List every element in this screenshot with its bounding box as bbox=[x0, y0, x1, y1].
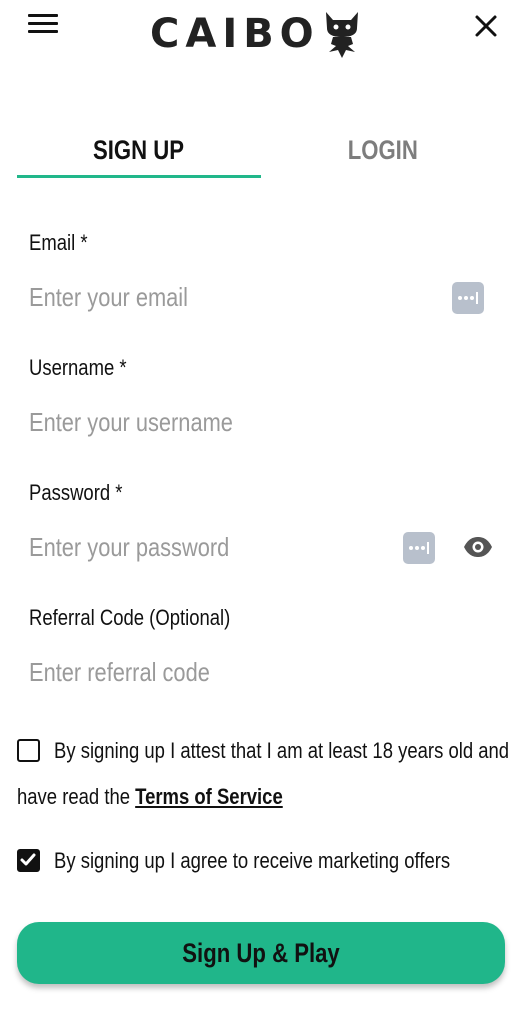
terms-of-service-link[interactable]: Terms of Service bbox=[135, 784, 283, 809]
marketing-consent-checkbox[interactable] bbox=[17, 849, 40, 872]
hamburger-menu-icon[interactable] bbox=[28, 14, 58, 36]
referral-field-group: Referral Code (Optional) Enter referral … bbox=[29, 604, 489, 692]
email-label: Email * bbox=[29, 230, 88, 255]
age-consent-checkbox[interactable] bbox=[17, 739, 40, 762]
email-input[interactable]: Enter your email bbox=[29, 281, 188, 313]
tab-sign-up[interactable]: SIGN UP bbox=[17, 128, 261, 176]
username-input-wrap: Enter your username bbox=[29, 406, 489, 442]
password-field-group: Password * Enter your password bbox=[29, 479, 492, 567]
email-input-wrap: Enter your email bbox=[29, 281, 489, 317]
referral-code-input[interactable]: Enter referral code bbox=[29, 656, 210, 688]
password-manager-icon[interactable] bbox=[452, 282, 484, 314]
tab-login-label: LOGIN bbox=[347, 135, 419, 165]
tab-login[interactable]: LOGIN bbox=[261, 128, 505, 176]
age-consent-text-2: have read the Terms of Service bbox=[17, 783, 333, 811]
show-password-eye-icon[interactable] bbox=[463, 536, 493, 558]
sign-up-and-play-label: Sign Up & Play bbox=[182, 938, 340, 968]
header: CAIBO bbox=[0, 0, 515, 80]
password-input-wrap: Enter your password bbox=[29, 531, 492, 567]
active-tab-indicator bbox=[17, 175, 261, 178]
password-input[interactable]: Enter your password bbox=[29, 531, 229, 563]
cat-mascot-icon bbox=[325, 12, 358, 58]
username-field-group: Username * Enter your username bbox=[29, 354, 489, 442]
age-consent: By signing up I attest that I am at leas… bbox=[17, 737, 509, 817]
password-label: Password * bbox=[29, 480, 123, 505]
close-icon[interactable] bbox=[472, 12, 500, 40]
username-label: Username * bbox=[29, 355, 127, 380]
auth-tabs: SIGN UP LOGIN bbox=[17, 128, 505, 180]
age-consent-text: By signing up I attest that I am at leas… bbox=[54, 738, 510, 763]
sign-up-and-play-button[interactable]: Sign Up & Play bbox=[17, 922, 505, 984]
referral-label: Referral Code (Optional) bbox=[29, 605, 231, 630]
marketing-consent-text: By signing up I agree to receive marketi… bbox=[54, 848, 451, 873]
referral-input-wrap: Enter referral code bbox=[29, 656, 489, 692]
logo: CAIBO bbox=[150, 8, 362, 60]
password-manager-icon[interactable] bbox=[403, 532, 435, 564]
tab-sign-up-label: SIGN UP bbox=[93, 135, 185, 165]
age-consent-text-2-prefix: have read the bbox=[17, 784, 131, 809]
username-input[interactable]: Enter your username bbox=[29, 406, 233, 438]
logo-text: CAIBO bbox=[150, 11, 320, 57]
marketing-consent: By signing up I agree to receive marketi… bbox=[17, 847, 507, 877]
checkmark-icon bbox=[20, 853, 36, 866]
email-field-group: Email * Enter your email bbox=[29, 229, 489, 317]
